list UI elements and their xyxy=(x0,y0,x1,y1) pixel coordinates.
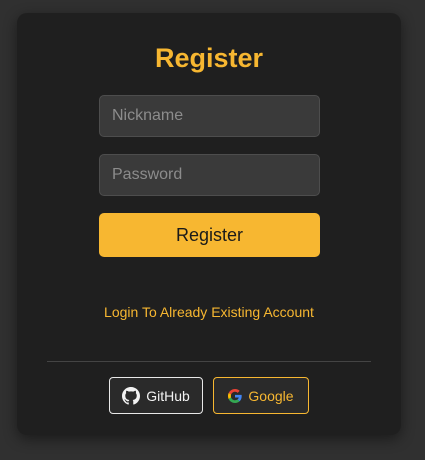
register-card: Register Register Login To Already Exist… xyxy=(17,13,401,435)
github-icon xyxy=(122,386,141,405)
login-existing-account-link[interactable]: Login To Already Existing Account xyxy=(17,304,401,320)
github-label: GitHub xyxy=(146,387,190,404)
password-input[interactable] xyxy=(99,154,320,196)
divider xyxy=(47,361,371,362)
github-login-button[interactable]: GitHub xyxy=(109,377,203,414)
google-label: Google xyxy=(248,387,294,404)
nickname-input[interactable] xyxy=(99,95,320,137)
google-icon xyxy=(228,388,243,403)
google-login-button[interactable]: Google xyxy=(213,377,309,414)
page-title: Register xyxy=(154,43,264,73)
register-button[interactable]: Register xyxy=(99,213,320,257)
